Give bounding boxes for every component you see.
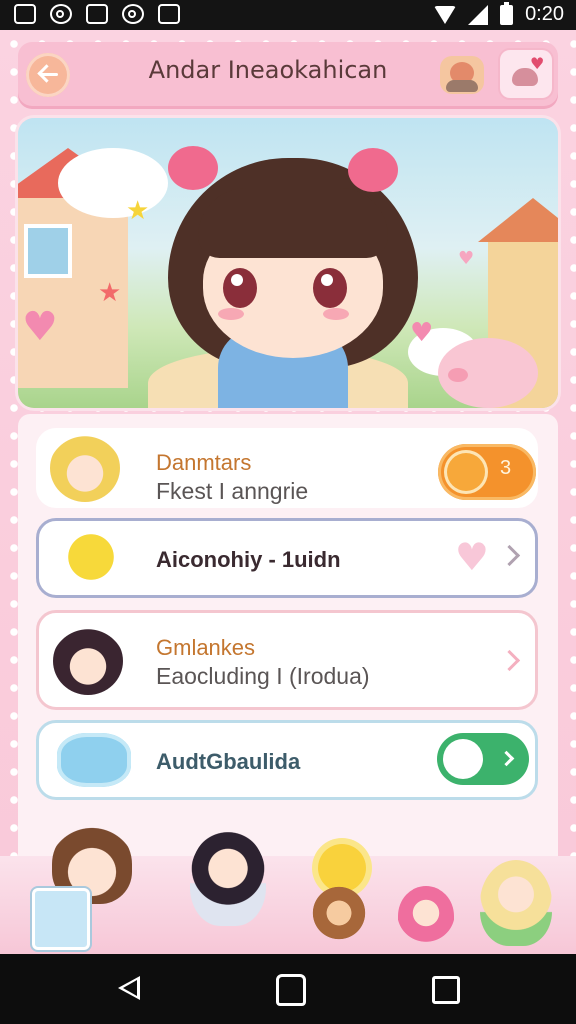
profile-card-icon[interactable]	[32, 888, 90, 950]
character-hair-bun-left	[168, 146, 218, 190]
badge-count: 3	[500, 457, 512, 479]
page-title: Andar Ineaokahican	[148, 56, 388, 84]
sync-icon	[122, 4, 144, 24]
blonde-girl[interactable]	[480, 860, 552, 946]
heart-icon: ♥	[22, 304, 58, 350]
smiley-icon	[444, 450, 488, 494]
speech-bubble-icon	[57, 733, 131, 787]
list-item-title: Danmtars	[156, 450, 252, 475]
list-item-title: Gmlankes	[156, 635, 256, 660]
hero-illustration: ★ ★ ♥ ♥ ♥	[18, 118, 558, 408]
pet-heart-button[interactable]	[500, 50, 552, 98]
list-item-title: AudtGbaulida	[156, 749, 301, 774]
blonde-girl-avatar	[50, 434, 120, 502]
character-eye-left	[223, 268, 257, 308]
list-item-title: Aiconohiy - 1uidn	[156, 547, 341, 572]
character-blush-left	[218, 308, 244, 320]
sun-icon	[318, 844, 366, 892]
message-icon	[158, 4, 180, 24]
battery-icon	[500, 1, 514, 25]
chevron-right-icon	[498, 750, 515, 767]
status-time: 0:20	[525, 3, 564, 25]
signal-icon	[468, 4, 489, 25]
screenshot-icon	[14, 4, 36, 24]
pink-pig	[438, 338, 538, 408]
character-blush-right	[323, 308, 349, 320]
feature-toggle[interactable]	[437, 733, 529, 785]
cloud-left	[58, 148, 168, 218]
nav-back-icon[interactable]	[118, 976, 140, 1000]
back-button[interactable]	[26, 53, 70, 97]
cat-face-icon	[443, 739, 483, 779]
character-eye-right	[313, 268, 347, 308]
app-frame: Andar Ineaokahican ★ ★ ♥ ♥ ♥ Danmtars Fk	[0, 30, 576, 954]
list-item-subtitle: Eaocluding I (Irodua)	[156, 663, 370, 689]
status-bar: 0:20	[0, 0, 576, 30]
list-item[interactable]: Danmtars Fkest I anngrie 3	[36, 428, 538, 508]
list-item-subtitle: Fkest I anngrie	[156, 478, 309, 504]
character-bangs	[198, 188, 388, 258]
system-nav-bar	[0, 954, 576, 1024]
chevron-right-icon	[498, 649, 521, 672]
list-item[interactable]: Gmlankes Eaocluding I (Irodua)	[36, 610, 538, 710]
smiley-star-icon	[61, 529, 121, 585]
status-notification-icons	[14, 4, 180, 24]
heart-icon: ♥	[410, 318, 434, 348]
avatar[interactable]	[440, 56, 484, 94]
chevron-right-icon	[498, 544, 521, 567]
pink-hair-girl[interactable]	[398, 886, 454, 946]
character-hair-bun-right	[348, 148, 398, 192]
shield-icon	[86, 4, 108, 24]
list-item[interactable]: Aiconohiy - 1uidn ♥	[36, 518, 538, 598]
star-icon: ★	[98, 278, 122, 308]
dark-hair-girl-avatar	[53, 627, 123, 695]
menu-list: Danmtars Fkest I anngrie 3 Aiconohiy - 1…	[18, 414, 558, 884]
count-badge[interactable]: 3	[438, 444, 536, 500]
record-icon	[50, 4, 72, 24]
app-header: Andar Ineaokahican	[18, 42, 558, 106]
heart-icon: ♥	[458, 248, 475, 269]
list-item[interactable]: AudtGbaulida	[36, 720, 538, 800]
cat-ear-girl[interactable]	[190, 830, 266, 926]
heart-icon: ♥	[454, 535, 489, 579]
wifi-icon	[434, 5, 457, 24]
bear-cub[interactable]	[312, 886, 366, 940]
star-icon: ★	[126, 196, 150, 226]
nav-home-icon[interactable]	[276, 974, 306, 1006]
nav-recent-icon[interactable]	[432, 976, 460, 1004]
